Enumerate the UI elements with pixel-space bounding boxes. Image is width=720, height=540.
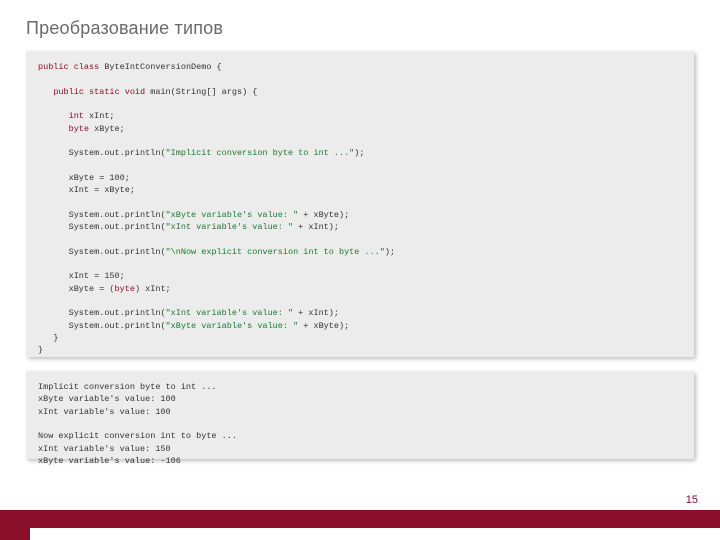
stmt: xInt = 150; [69, 271, 125, 281]
keyword: public static void [53, 87, 145, 97]
page-number: 15 [686, 494, 698, 506]
slide-title: Преобразование типов [26, 18, 694, 39]
keyword: byte [69, 124, 89, 134]
footer-bar [0, 510, 720, 528]
stmt: xInt = xByte; [69, 185, 135, 195]
expr: + xByte); [298, 321, 349, 331]
call: System.out.println [69, 210, 161, 220]
call: System.out.println [69, 321, 161, 331]
call: System.out.println [69, 247, 161, 257]
keyword: byte [115, 284, 135, 294]
identifier: xByte; [94, 124, 125, 134]
method-sig: main(String[] args) [150, 87, 247, 97]
slide: Преобразование типов public class ByteIn… [0, 0, 720, 540]
stmt: ) xInt; [135, 284, 171, 294]
string: "\nNow explicit conversion int to byte .… [166, 247, 385, 257]
expr: + xInt); [293, 308, 339, 318]
keyword: int [69, 111, 84, 121]
keyword: public class [38, 62, 99, 72]
expr: + xByte); [298, 210, 349, 220]
footer-accent [0, 528, 30, 540]
string: "Implicit conversion byte to int ..." [166, 148, 355, 158]
call: System.out.println [69, 308, 161, 318]
identifier: xInt; [89, 111, 115, 121]
stmt: xByte = 100; [69, 173, 130, 183]
call: System.out.println [69, 148, 161, 158]
call: System.out.println [69, 222, 161, 232]
string: "xInt variable's value: " [166, 222, 294, 232]
string: "xInt variable's value: " [166, 308, 294, 318]
output-block: Implicit conversion byte to int ... xByt… [26, 371, 694, 459]
stmt: xByte = ( [69, 284, 115, 294]
class-name: ByteIntConversionDemo [104, 62, 211, 72]
string: "xByte variable's value: " [166, 210, 299, 220]
code-block: public class ByteIntConversionDemo { pub… [26, 51, 694, 357]
string: "xByte variable's value: " [166, 321, 299, 331]
expr: + xInt); [293, 222, 339, 232]
